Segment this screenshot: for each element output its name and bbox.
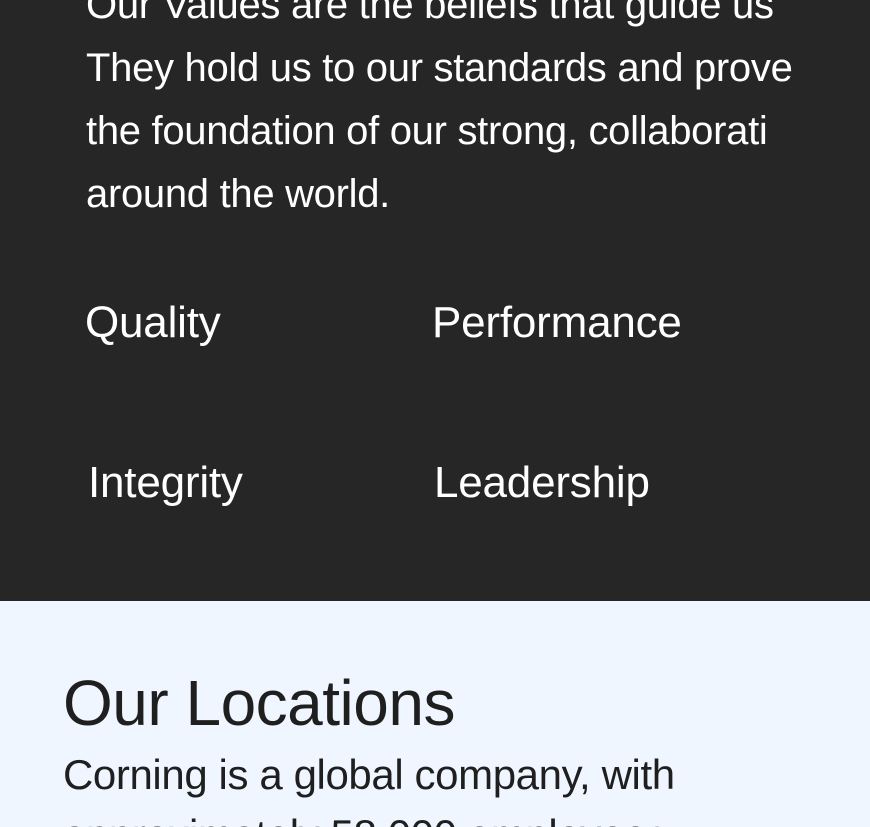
value-quality: Quality bbox=[85, 298, 221, 347]
values-intro-line: They hold us to our standards and prove bbox=[86, 46, 793, 90]
values-intro-line: the foundation of our strong, collaborat… bbox=[86, 109, 768, 153]
values-section: Our Values are the beliefs that guide us… bbox=[0, 0, 870, 601]
values-intro-line: Our Values are the beliefs that guide us bbox=[86, 0, 774, 27]
values-intro: Our Values are the beliefs that guide us… bbox=[86, 0, 870, 226]
values-intro-line: around the world. bbox=[86, 172, 390, 216]
locations-title: Our Locations bbox=[63, 667, 455, 739]
locations-text-line: approximately 58,000 employees bbox=[63, 805, 675, 827]
locations-section: Our Locations Corning is a global compan… bbox=[0, 601, 870, 827]
value-leadership: Leadership bbox=[434, 458, 650, 507]
locations-text: Corning is a global company, with approx… bbox=[63, 745, 675, 827]
locations-text-line: Corning is a global company, with bbox=[63, 751, 675, 798]
value-performance: Performance bbox=[432, 298, 682, 347]
value-integrity: Integrity bbox=[88, 458, 243, 507]
